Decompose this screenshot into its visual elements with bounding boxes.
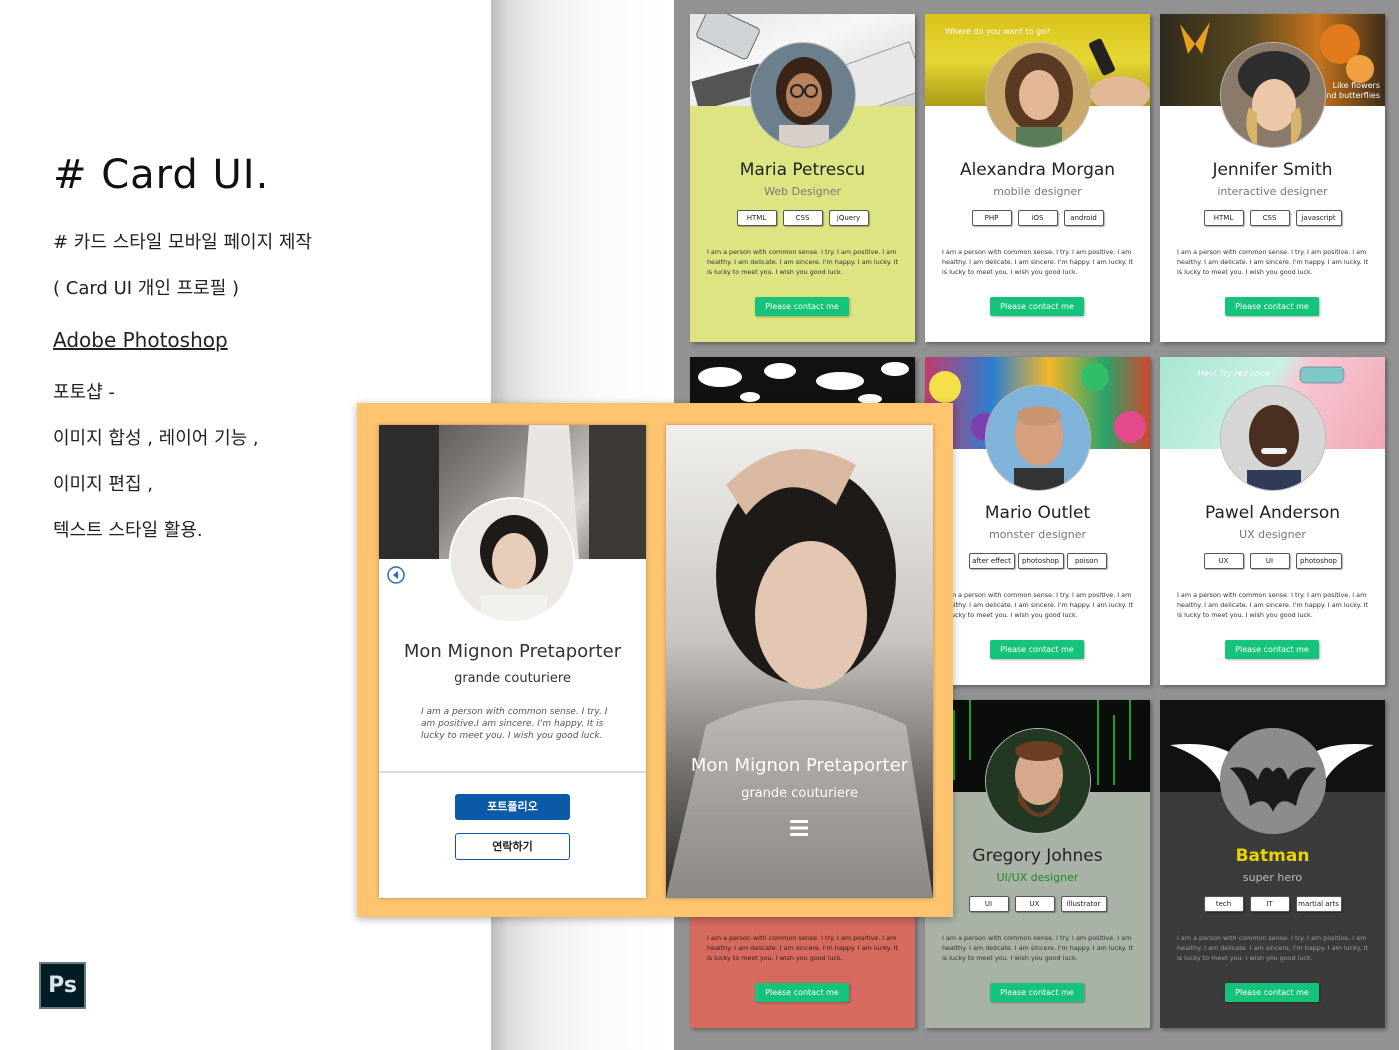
contact-button[interactable]: Please contact me bbox=[1225, 640, 1319, 659]
card-name: Jennifer Smith bbox=[1212, 160, 1333, 180]
page: # Card UI. # 카드 스타일 모바일 페이지 제작 ( Card UI… bbox=[0, 0, 1399, 1050]
skill-tag: UI bbox=[1249, 553, 1290, 569]
photoshop-logo-text: Ps bbox=[48, 973, 77, 998]
profile-card-maria: Maria Petrescu Web Designer HTML CSS jQu… bbox=[690, 14, 915, 342]
card-name: Pawel Anderson bbox=[1204, 503, 1341, 523]
avatar bbox=[985, 42, 1091, 148]
mobile-cover-screen: Mon Mignon Pretaporter grande couturiere bbox=[666, 425, 933, 898]
skill-tags: UI UX illustrator bbox=[925, 896, 1150, 912]
divider bbox=[379, 771, 646, 773]
card-name: Gregory Johnes bbox=[972, 846, 1103, 866]
skill-tag: photoshop bbox=[1295, 553, 1342, 569]
back-arrow-icon[interactable] bbox=[387, 566, 405, 584]
skill-tags: after effect photoshop poison bbox=[925, 553, 1150, 569]
avatar bbox=[985, 385, 1091, 491]
card-description: I am a person with common sense. I try. … bbox=[1177, 934, 1369, 962]
card-description: I am a person with common sense. I try. … bbox=[942, 248, 1134, 276]
skill-tags: HTML CSS jQuery bbox=[690, 210, 915, 226]
card-role: interactive designer bbox=[1217, 185, 1328, 198]
skill-tag: CSS bbox=[782, 210, 823, 226]
skill-tag: poison bbox=[1066, 553, 1107, 569]
contact-button[interactable]: Please contact me bbox=[1225, 983, 1319, 1002]
contact-button[interactable]: Please contact me bbox=[755, 983, 849, 1002]
skill-tag: android bbox=[1063, 210, 1104, 226]
contact-button[interactable]: Please contact me bbox=[990, 640, 1084, 659]
skill-tag: PHP bbox=[971, 210, 1012, 226]
profile-card-alexandra: Where do you want to go? Alexandra Morga… bbox=[925, 14, 1150, 342]
profile-card-jennifer: Like flowers and butterflies Jennifer Sm… bbox=[1160, 14, 1385, 342]
contact-button[interactable]: 연락하기 bbox=[455, 833, 570, 860]
feature-line-1: 포토샵 - bbox=[53, 382, 115, 403]
card-role: super hero bbox=[1242, 871, 1303, 884]
skill-tag: CSS bbox=[1249, 210, 1290, 226]
mobile-profile-screen: Mon Mignon Pretaporter grande couturiere… bbox=[379, 425, 646, 898]
profile-name: Mon Mignon Pretaporter bbox=[403, 641, 622, 662]
skill-tag: HTML bbox=[1203, 210, 1244, 226]
hamburger-menu-icon[interactable] bbox=[790, 820, 808, 836]
tool-name: Adobe Photoshop bbox=[53, 328, 228, 352]
card-description: I am a person with common sense. I try. … bbox=[707, 934, 899, 962]
card-name: Alexandra Morgan bbox=[959, 160, 1116, 180]
featured-mockup-panel: Mon Mignon Pretaporter grande couturiere… bbox=[357, 403, 953, 917]
feature-line-3: 이미지 편집 , bbox=[53, 474, 153, 495]
contact-button[interactable]: Please contact me bbox=[990, 297, 1084, 316]
card-name: Mario Outlet bbox=[984, 503, 1091, 523]
portfolio-button[interactable]: 포트폴리오 bbox=[455, 794, 570, 820]
subtitle: # 카드 스타일 모바일 페이지 제작 bbox=[53, 232, 312, 253]
card-role: UI/UX designer bbox=[996, 871, 1079, 884]
feature-line-2: 이미지 합성 , 레이어 기능 , bbox=[53, 428, 259, 449]
skill-tag: martial arts bbox=[1295, 896, 1342, 912]
avatar bbox=[1220, 42, 1326, 148]
avatar bbox=[1220, 728, 1326, 834]
card-description: I am a person with common sense. I try. … bbox=[942, 934, 1134, 962]
skill-tags: UX UI photoshop bbox=[1160, 553, 1385, 569]
skill-tag: javascript bbox=[1295, 210, 1342, 226]
profile-name: Mon Mignon Pretaporter bbox=[690, 755, 909, 776]
avatar bbox=[985, 728, 1091, 834]
profile-description: I am a person with common sense. I try. … bbox=[421, 707, 608, 741]
skill-tag: tech bbox=[1203, 896, 1244, 912]
card-role: monster designer bbox=[988, 528, 1087, 541]
profile-card-mario: Mario Outlet monster designer after effe… bbox=[925, 357, 1150, 685]
avatar bbox=[750, 42, 856, 148]
profile-card-pawel: Hey! Try red once Pawel Anderson UX desi… bbox=[1160, 357, 1385, 685]
skill-tag: IT bbox=[1249, 896, 1290, 912]
contact-button[interactable]: Please contact me bbox=[990, 983, 1084, 1002]
card-description: I am a person with common sense. I try. … bbox=[1177, 248, 1369, 276]
profile-role: grande couturiere bbox=[454, 671, 571, 686]
photoshop-logo-icon: Ps bbox=[39, 962, 86, 1009]
card-description: I am a person with common sense. I try. … bbox=[1177, 591, 1369, 619]
contact-button[interactable]: Please contact me bbox=[1225, 297, 1319, 316]
card-role: mobile designer bbox=[993, 185, 1082, 198]
profile-card-gregory: Gregory Johnes UI/UX designer UI UX illu… bbox=[925, 700, 1150, 1028]
skill-tags: HTML CSS javascript bbox=[1160, 210, 1385, 226]
skill-tag: UX bbox=[1203, 553, 1244, 569]
contact-button[interactable]: Please contact me bbox=[755, 297, 849, 316]
skill-tag: after effect bbox=[968, 553, 1015, 569]
skill-tag: illustrator bbox=[1060, 896, 1107, 912]
avatar bbox=[449, 497, 575, 623]
avatar bbox=[1220, 385, 1326, 491]
subtitle-2: ( Card UI 개인 프로필 ) bbox=[53, 278, 240, 299]
skill-tag: UX bbox=[1014, 896, 1055, 912]
skill-tags: PHP iOS android bbox=[925, 210, 1150, 226]
card-description: I am a person with common sense. I try. … bbox=[707, 248, 899, 276]
card-name: Batman bbox=[1235, 846, 1310, 866]
skill-tag: HTML bbox=[736, 210, 777, 226]
card-role: Web Designer bbox=[764, 185, 841, 198]
card-description: I am a person with common sense. I try. … bbox=[942, 591, 1134, 619]
card-role: UX designer bbox=[1239, 528, 1306, 541]
profile-role: grande couturiere bbox=[741, 786, 858, 801]
skill-tag: iOS bbox=[1017, 210, 1058, 226]
skill-tags: tech IT martial arts bbox=[1160, 896, 1385, 912]
feature-line-4: 텍스트 스타일 활용. bbox=[53, 520, 203, 541]
page-title: # Card UI. bbox=[53, 152, 270, 198]
skill-tag: UI bbox=[968, 896, 1009, 912]
card-name: Maria Petrescu bbox=[739, 160, 866, 180]
skill-tag: photoshop bbox=[1017, 553, 1064, 569]
profile-card-batman: Batman super hero tech IT martial arts I… bbox=[1160, 700, 1385, 1028]
skill-tag: jQuery bbox=[828, 210, 869, 226]
